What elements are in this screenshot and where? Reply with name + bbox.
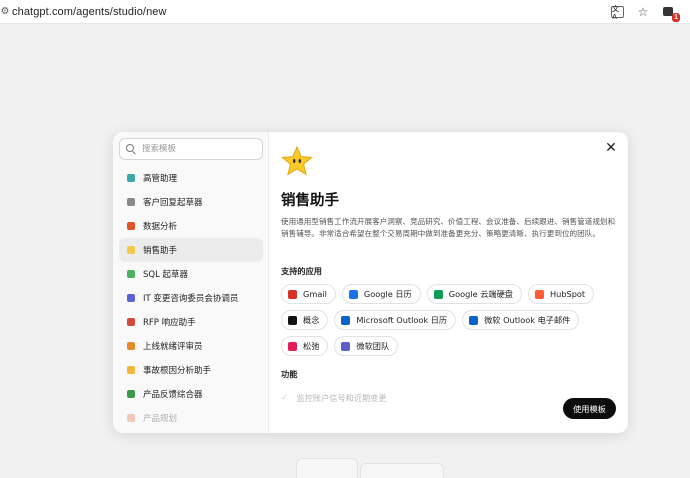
- app-chip-label: Gmail: [303, 289, 327, 299]
- template-icon: [127, 198, 135, 206]
- google-calendar-icon: [348, 289, 358, 299]
- template-item[interactable]: 高管助理: [119, 166, 263, 190]
- star-icon: [281, 146, 313, 176]
- app-chip: HubSpot: [527, 284, 595, 304]
- template-item[interactable]: 数据分析: [119, 214, 263, 238]
- template-icon: [127, 294, 135, 302]
- tune-icon[interactable]: ⚙: [0, 0, 10, 24]
- template-icon: [127, 342, 135, 350]
- template-item-label: 产品规划: [143, 414, 178, 424]
- app-chip-label: Google 云端硬盘: [448, 289, 513, 299]
- app-chip: Google 云端硬盘: [426, 284, 522, 304]
- app-chip: 微软团队: [334, 336, 399, 356]
- background-card: [296, 458, 358, 478]
- app-chip: Gmail: [281, 284, 336, 304]
- template-icon: [127, 174, 135, 182]
- template-item-label: 上线就绪评审员: [143, 342, 203, 352]
- template-item-label: 高管助理: [143, 174, 178, 184]
- template-icon: [127, 318, 135, 326]
- app-chip: 概念: [281, 310, 329, 330]
- template-title: 销售助手: [281, 193, 339, 209]
- template-icon: [127, 414, 135, 422]
- template-icon: [127, 390, 135, 398]
- template-icon: [127, 270, 135, 278]
- address-bar[interactable]: chatgpt.com/agents/studio/new: [12, 6, 167, 18]
- template-item-label: 产品反馈综合器: [143, 390, 203, 400]
- template-item-label: 数据分析: [143, 222, 178, 232]
- notion-icon: [288, 315, 297, 325]
- translate-icon[interactable]: 文A: [611, 6, 624, 21]
- slack-icon: [288, 341, 297, 351]
- background-card: [360, 463, 444, 478]
- template-item[interactable]: 产品规划: [119, 406, 263, 430]
- search-icon: [126, 144, 136, 155]
- template-detail: ✕ 销售助手 使用通用型销售工作流开展客户洞察、竞品研究、价值工程、会议准备、后…: [269, 132, 628, 433]
- outlook-icon: [341, 315, 351, 325]
- template-sidebar: 高管助理客户回复起草器数据分析销售助手 SQL 起草器 IT 变更咨询委员会协调员 R…: [113, 132, 269, 433]
- google-drive-icon: [433, 289, 443, 299]
- extension-badge: 1: [672, 13, 680, 22]
- app-chip: Google 日历: [341, 284, 421, 304]
- template-modal: 高管助理客户回复起草器数据分析销售助手SQL 起草器IT 变更咨询委员会协调员R…: [113, 132, 628, 433]
- template-item-label: SQL 起草器: [143, 270, 189, 280]
- template-item[interactable]: 产品反馈综合器: [119, 382, 263, 406]
- browser-toolbar: ⚙ chatgpt.com/agents/studio/new 文A ☆ 1: [0, 0, 690, 24]
- supported-apps: Gmail Google 日历 Google 云端硬盘 HubSpot 概念 Micros…: [281, 284, 621, 356]
- template-item-label: 销售助手: [143, 246, 178, 256]
- hubspot-icon: [534, 289, 544, 299]
- template-item[interactable]: 上线就绪评审员: [119, 334, 263, 358]
- check-icon: ✓: [281, 393, 289, 403]
- features-label: 功能: [281, 369, 298, 379]
- extension-icon[interactable]: 1: [662, 5, 680, 22]
- template-item[interactable]: 销售助手: [119, 238, 263, 262]
- template-item[interactable]: SQL 起草器: [119, 262, 263, 286]
- app-chip-label: HubSpot: [549, 289, 586, 299]
- apps-label: 支持的应用: [281, 266, 322, 276]
- template-icon: [127, 366, 135, 374]
- template-list: 高管助理客户回复起草器 数据分析销售助手 SQL 起草器 IT 变更咨询委员会协调员 R…: [119, 166, 263, 430]
- toolbar-actions: 文A ☆ 1: [611, 0, 680, 24]
- app-chip: 微软 Outlook 电子邮件: [462, 310, 580, 330]
- bookmark-star-icon[interactable]: ☆: [636, 5, 650, 19]
- app-chip-label: 微软团队: [356, 341, 390, 351]
- search-input[interactable]: [142, 144, 252, 154]
- teams-icon: [341, 341, 351, 351]
- template-item[interactable]: IT 变更咨询委员会协调员: [119, 286, 263, 310]
- template-item-label: 客户回复起草器: [143, 198, 203, 208]
- template-item-label: RFP 响应助手: [143, 318, 196, 328]
- feature-text: 监控账户信号和近期变更: [296, 393, 387, 403]
- outlook-mail-icon: [469, 315, 479, 325]
- template-item[interactable]: 客户回复起草器: [119, 190, 263, 214]
- app-chip: 松弛: [281, 336, 329, 356]
- gmail-icon: [288, 289, 297, 299]
- close-icon[interactable]: ✕: [604, 140, 618, 154]
- template-icon: [127, 222, 135, 230]
- app-chip-label: 松弛: [303, 341, 320, 351]
- app-chip-label: 概念: [303, 315, 320, 325]
- use-template-button[interactable]: 使用模板: [563, 398, 616, 419]
- template-icon: [127, 246, 135, 254]
- template-item[interactable]: 事故根因分析助手: [119, 358, 263, 382]
- template-item-label: 事故根因分析助手: [143, 366, 212, 376]
- app-chip: Microsoft Outlook 日历: [334, 310, 457, 330]
- app-chip-label: Microsoft Outlook 日历: [356, 315, 448, 325]
- template-item[interactable]: RFP 响应助手: [119, 310, 263, 334]
- app-chip-label: Google 日历: [363, 289, 412, 299]
- template-item-label: IT 变更咨询委员会协调员: [143, 294, 239, 304]
- template-description: 使用通用型销售工作流开展客户洞察、竞品研究、价值工程、会议准备、后续跟进、销售管…: [281, 217, 616, 239]
- search-box[interactable]: [119, 138, 263, 160]
- app-chip-label: 微软 Outlook 电子邮件: [484, 315, 571, 325]
- feature-item: ✓ 监控账户信号和近期变更: [281, 392, 387, 404]
